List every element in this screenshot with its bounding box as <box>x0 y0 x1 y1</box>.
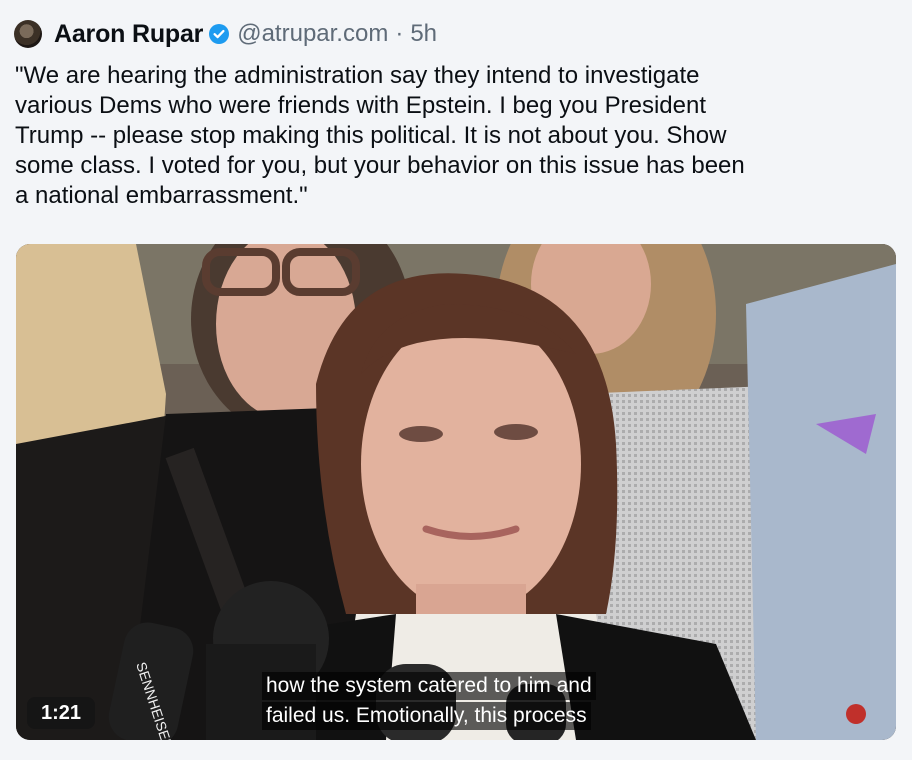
post-header: Aaron Rupar @atrupar.com · 5h <box>14 18 437 50</box>
post-timestamp[interactable]: 5h <box>410 20 437 48</box>
author-handle[interactable]: @atrupar.com <box>237 20 388 48</box>
caption-line-2: failed us. Emotionally, this process <box>262 702 591 730</box>
post: Aaron Rupar @atrupar.com · 5h "We are he… <box>0 0 912 760</box>
video-player[interactable]: SENNHEISER 1:21 <box>16 244 896 740</box>
post-text: "We are hearing the administration say t… <box>15 62 745 209</box>
author-name[interactable]: Aaron Rupar <box>54 20 203 49</box>
verified-badge-icon <box>209 24 230 44</box>
separator-dot: · <box>395 20 404 47</box>
caption-line-1: how the system catered to him and <box>262 672 596 700</box>
video-frame: SENNHEISER <box>16 244 896 740</box>
avatar[interactable] <box>14 20 42 48</box>
video-caption: how the system catered to him and failed… <box>262 672 596 732</box>
video-duration-badge: 1:21 <box>27 697 95 729</box>
